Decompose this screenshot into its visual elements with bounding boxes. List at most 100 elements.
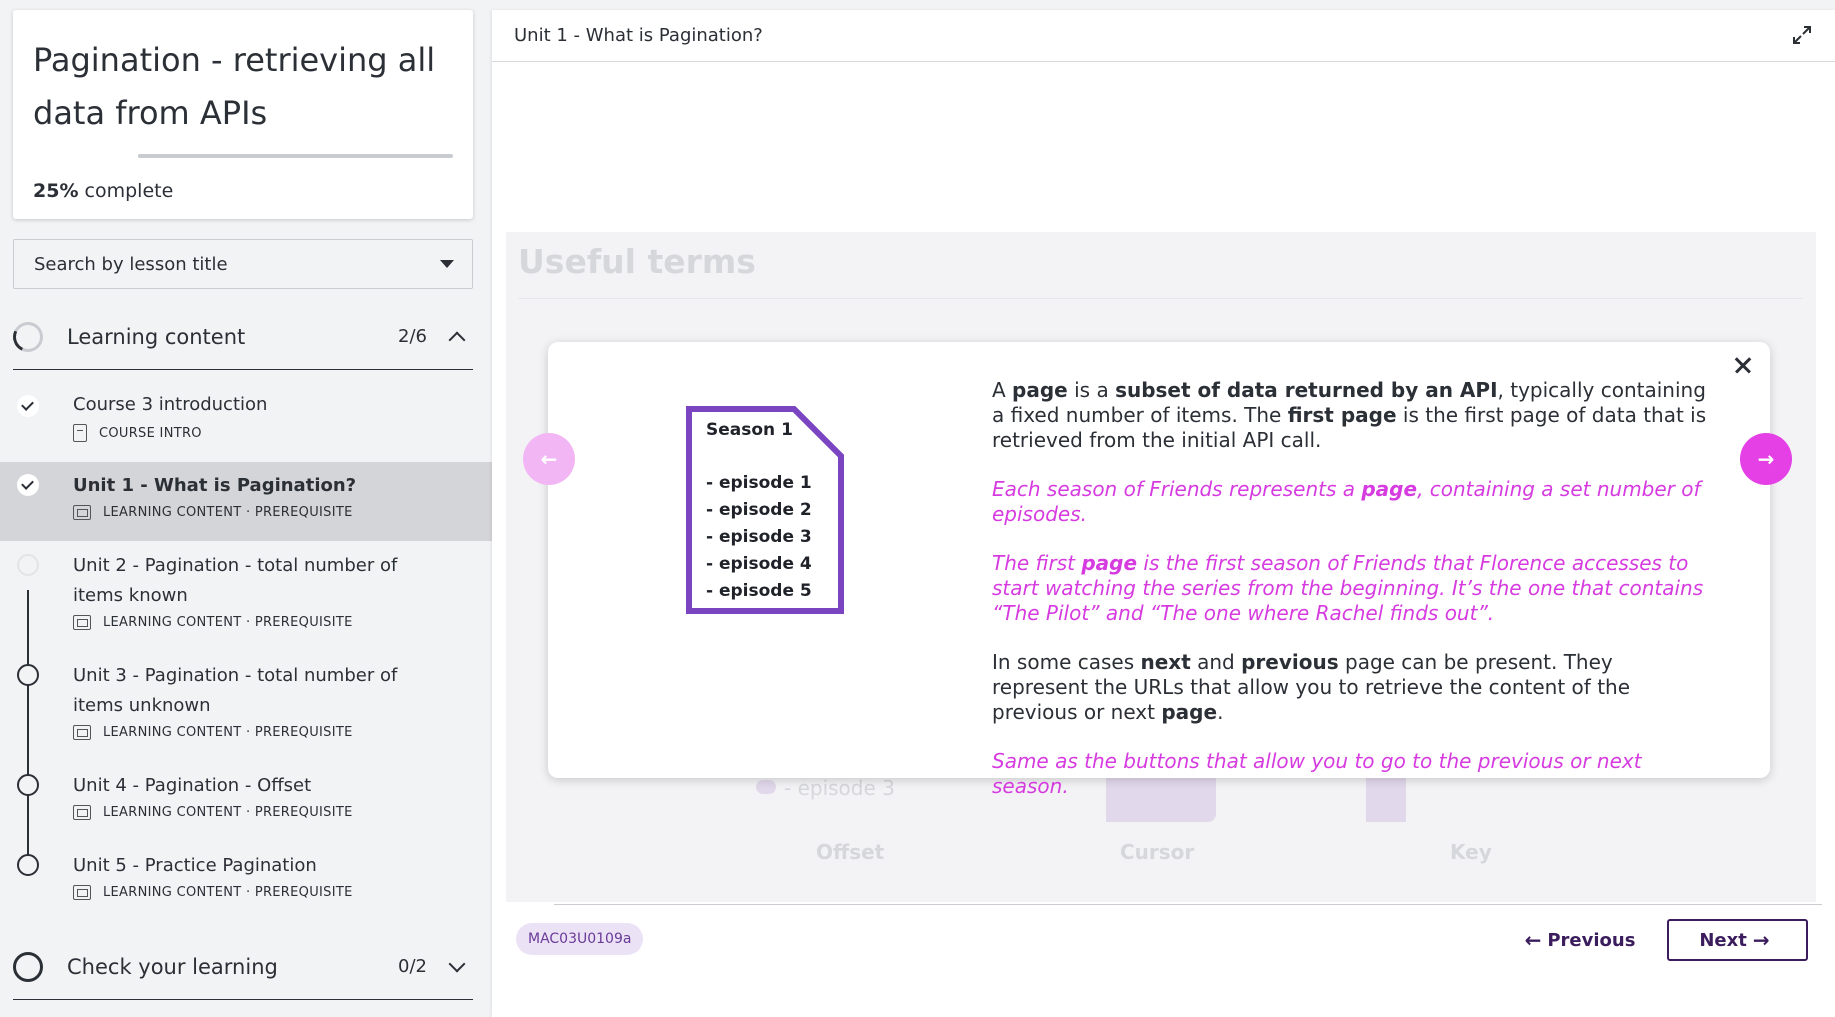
illustration-episode: - episode 5: [706, 581, 812, 601]
lesson-search-select[interactable]: Search by lesson title: [13, 239, 473, 289]
course-progress-fill: [138, 154, 217, 158]
lesson-meta: LEARNING CONTENT · PREREQUISITE: [73, 885, 492, 900]
faded-episode-label: - episode 3: [784, 776, 895, 800]
definition-paragraph: In some cases next and previous page can…: [992, 650, 1712, 725]
definition-paragraph: A page is a subset of data returned by a…: [992, 378, 1712, 453]
chevron-up-icon: [448, 331, 466, 348]
lesson-header-title: Unit 1 - What is Pagination?: [514, 25, 763, 46]
section-progress-ring-icon: [8, 317, 48, 356]
lesson-title: Unit 5 - Practice Pagination: [73, 855, 317, 876]
document-icon: [73, 424, 87, 442]
illustration-episode: - episode 4: [706, 554, 812, 574]
checkmark-icon: [17, 395, 39, 417]
course-sidebar: Pagination - retrieving all data from AP…: [0, 0, 492, 1017]
arrow-right-icon: →: [1752, 928, 1770, 952]
bold-text: page: [1361, 477, 1418, 501]
section-label: Learning content: [67, 324, 246, 349]
course-progress-bar: [138, 154, 453, 158]
previous-label: Previous: [1547, 929, 1636, 951]
lesson-item-unit-1[interactable]: Unit 1 - What is Pagination? LEARNING CO…: [0, 462, 492, 541]
arrow-left-icon: ←: [1524, 928, 1542, 952]
lesson-meta: LEARNING CONTENT · PREREQUISITE: [73, 725, 492, 740]
circle-icon: [17, 854, 39, 876]
lesson-title: Unit 4 - Pagination - Offset: [73, 775, 312, 796]
lesson-meta-text: COURSE INTRO: [99, 425, 202, 441]
lesson-title: Unit 2 - Pagination - total number of it…: [73, 555, 398, 606]
term-definition-text: A page is a subset of data returned by a…: [992, 378, 1712, 823]
text: is a: [1067, 378, 1116, 402]
lesson-meta: COURSE INTRO: [73, 424, 492, 442]
lesson-title: Unit 1 - What is Pagination?: [73, 475, 357, 496]
faded-shape: [756, 780, 776, 794]
next-button[interactable]: Next →: [1667, 919, 1808, 961]
progress-suffix: complete: [84, 180, 174, 202]
lesson-meta: LEARNING CONTENT · PREREQUISITE: [73, 615, 492, 630]
course-progress-text: 25% complete: [33, 180, 173, 202]
text: In some cases: [992, 650, 1141, 674]
example-paragraph: Each season of Friends represents a page…: [992, 477, 1712, 527]
section-count: 0/2: [398, 956, 427, 977]
illustration-episode: - episode 1: [706, 473, 812, 493]
section-label: Check your learning: [67, 954, 278, 979]
divider: [518, 298, 1803, 299]
example-paragraph: The first page is the first season of Fr…: [992, 551, 1712, 626]
text: and: [1190, 650, 1242, 674]
close-icon[interactable]: [1728, 350, 1758, 380]
lesson-title: Course 3 introduction: [73, 394, 268, 415]
course-title: Pagination - retrieving all data from AP…: [33, 41, 436, 132]
carousel-next-button[interactable]: →: [1740, 433, 1792, 485]
example-paragraph: Same as the buttons that allow you to go…: [992, 749, 1642, 798]
text: .: [1217, 700, 1224, 724]
illustration-episode: - episode 2: [706, 500, 812, 520]
text: Each season of Friends represents a: [992, 477, 1362, 501]
slides-icon: [73, 725, 91, 740]
bold-text: previous: [1241, 650, 1339, 674]
lesson-item-course-intro[interactable]: Course 3 introduction COURSE INTRO: [0, 390, 492, 462]
bold-text: subset of data returned by an API: [1115, 378, 1498, 402]
lesson-item-unit-4[interactable]: Unit 4 - Pagination - Offset LEARNING CO…: [0, 771, 492, 851]
arrow-right-icon: →: [1757, 447, 1775, 471]
season-document-illustration: Season 1 - episode 1 - episode 2 - episo…: [686, 406, 844, 614]
lesson-meta: LEARNING CONTENT · PREREQUISITE: [73, 505, 492, 520]
bold-text: page: [1161, 700, 1218, 724]
carousel-previous-button[interactable]: ←: [523, 433, 575, 485]
slides-icon: [73, 885, 91, 900]
next-label: Next: [1699, 929, 1747, 951]
slides-icon: [73, 805, 91, 820]
arrow-left-icon: ←: [540, 447, 558, 471]
illustration-episode: - episode 3: [706, 527, 812, 547]
previous-button[interactable]: ← Previous: [1522, 920, 1636, 960]
course-summary-card: Pagination - retrieving all data from AP…: [13, 10, 473, 219]
faded-label-key: Key: [1450, 840, 1492, 864]
lesson-meta-text: LEARNING CONTENT · PREREQUISITE: [103, 505, 353, 520]
expand-icon[interactable]: [1791, 24, 1813, 46]
circle-icon: [17, 774, 39, 796]
section-count: 2/6: [398, 326, 427, 347]
section-check-your-learning[interactable]: Check your learning 0/2: [13, 934, 473, 1000]
lesson-meta-text: LEARNING CONTENT · PREREQUISITE: [103, 885, 353, 900]
section-learning-content[interactable]: Learning content 2/6: [8, 304, 473, 370]
lesson-search-placeholder: Search by lesson title: [34, 253, 228, 275]
section-title-useful-terms: Useful terms: [518, 242, 756, 281]
circle-icon: [17, 554, 39, 576]
footer-divider: [554, 904, 1822, 905]
lesson-meta-text: LEARNING CONTENT · PREREQUISITE: [103, 615, 353, 630]
progress-percent: 25%: [33, 180, 79, 202]
section-progress-ring-icon: [13, 951, 43, 982]
circle-icon: [17, 664, 39, 686]
lesson-item-unit-5[interactable]: Unit 5 - Practice Pagination LEARNING CO…: [0, 851, 492, 931]
bold-text: next: [1140, 650, 1191, 674]
lesson-title: Unit 3 - Pagination - total number of it…: [73, 665, 398, 716]
chevron-down-icon: [448, 955, 466, 972]
bold-text: first page: [1287, 403, 1397, 427]
lesson-item-unit-3[interactable]: Unit 3 - Pagination - total number of it…: [0, 661, 492, 771]
faded-label-offset: Offset: [816, 840, 885, 864]
illustration-heading: Season 1: [706, 420, 793, 440]
bold-text: page: [1081, 551, 1138, 575]
slides-icon: [73, 505, 91, 520]
bold-text: page: [1012, 378, 1068, 402]
slides-icon: [73, 615, 91, 630]
lesson-item-unit-2[interactable]: Unit 2 - Pagination - total number of it…: [0, 551, 492, 661]
faded-label-cursor: Cursor: [1120, 840, 1195, 864]
lesson-meta-text: LEARNING CONTENT · PREREQUISITE: [103, 805, 353, 820]
